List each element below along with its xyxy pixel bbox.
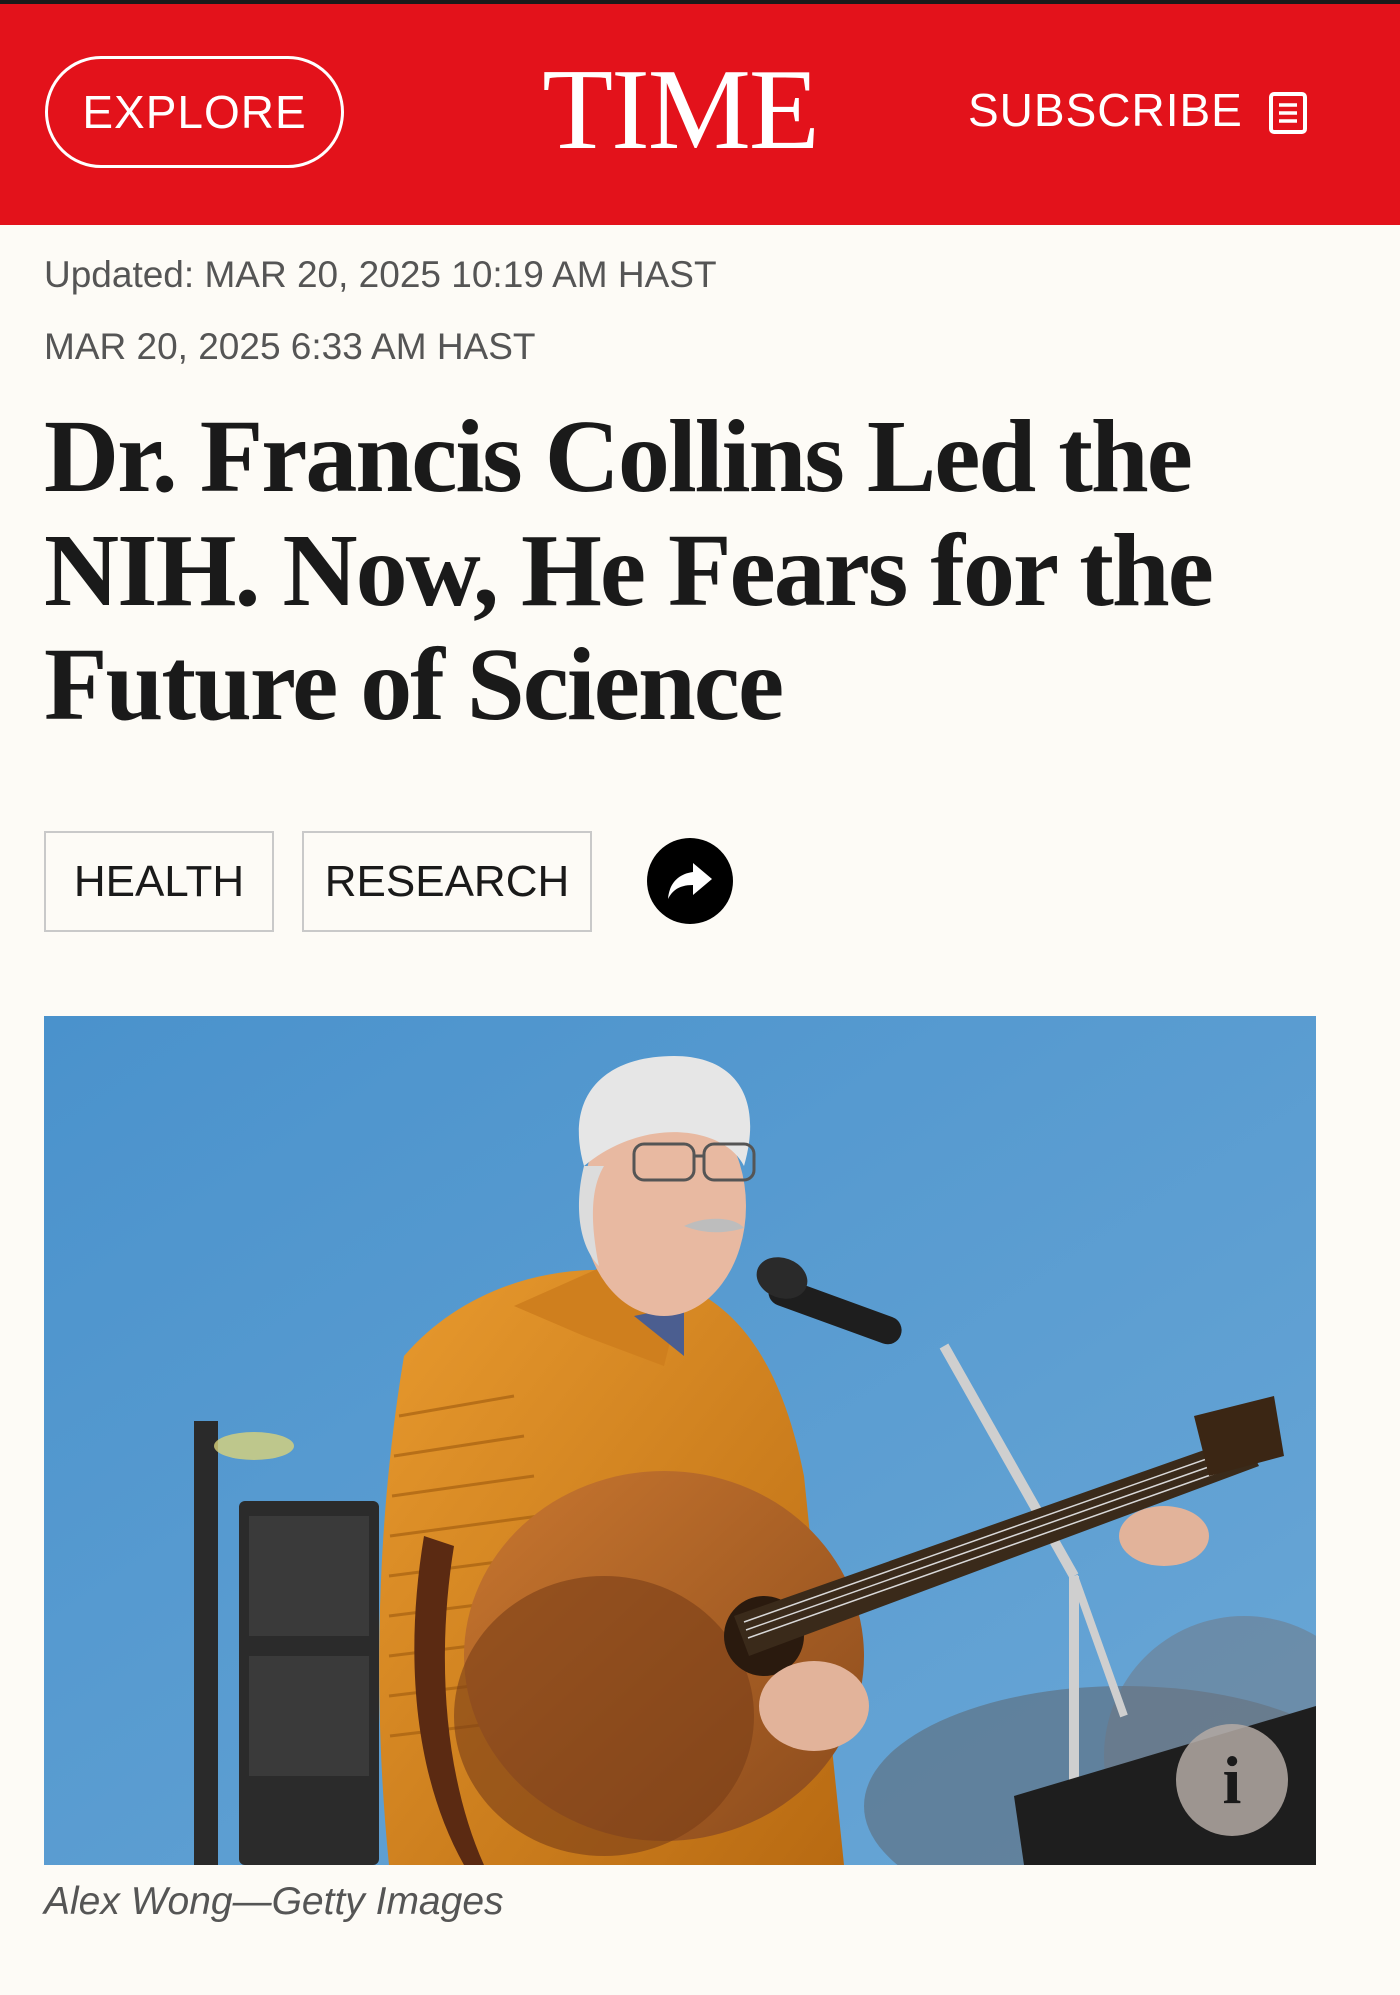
photo-illustration bbox=[44, 1016, 1316, 1865]
published-timestamp: MAR 20, 2025 6:33 AM HAST bbox=[44, 326, 536, 367]
tag-research[interactable]: RESEARCH bbox=[302, 831, 592, 932]
newspaper-icon[interactable] bbox=[1268, 91, 1308, 135]
subscribe-link[interactable]: SUBSCRIBE bbox=[968, 80, 1243, 140]
share-button[interactable] bbox=[647, 838, 733, 924]
photo-caption: Alex Wong—Getty Images bbox=[44, 1880, 504, 1923]
share-arrow-icon bbox=[668, 863, 712, 899]
photo-info-button[interactable]: i bbox=[1176, 1724, 1288, 1836]
updated-timestamp: Updated: MAR 20, 2025 10:19 AM HAST bbox=[44, 254, 717, 295]
article-headline: Dr. Francis Collins Led the NIH. Now, He… bbox=[44, 399, 1214, 742]
time-logo[interactable]: TIME bbox=[530, 50, 830, 170]
article-photo bbox=[44, 1016, 1316, 1865]
explore-button[interactable]: EXPLORE bbox=[45, 56, 344, 168]
tag-health[interactable]: HEALTH bbox=[44, 831, 274, 932]
